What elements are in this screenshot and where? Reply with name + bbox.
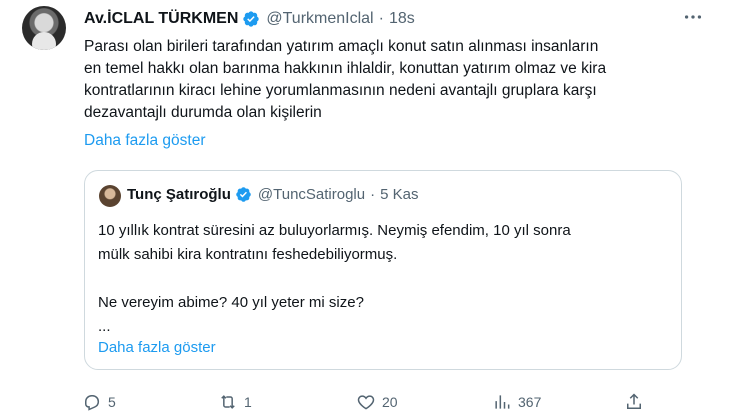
author-handle[interactable]: @TurkmenIclal <box>266 10 373 28</box>
tweet-time[interactable]: 18s <box>389 10 415 28</box>
quote-author-handle[interactable]: @TuncSatiroglu <box>258 186 365 203</box>
heart-icon <box>357 395 375 410</box>
separator-dot: · <box>378 10 384 27</box>
quote-author-avatar[interactable] <box>99 185 121 207</box>
verified-badge-icon <box>236 187 251 202</box>
separator-dot: · <box>370 186 376 203</box>
retweet-icon <box>221 395 235 409</box>
author-avatar[interactable] <box>22 6 66 50</box>
verified-badge-icon <box>243 11 260 27</box>
like-button[interactable]: 20 <box>356 392 398 412</box>
tweet-text: Parası olan birileri tarafından yatırım … <box>84 38 607 121</box>
reply-button[interactable]: 5 <box>82 392 116 412</box>
share-button[interactable] <box>624 392 650 412</box>
views-icon <box>495 395 510 409</box>
more-options-icon[interactable] <box>682 6 704 33</box>
share-icon <box>627 393 641 409</box>
quoted-tweet[interactable]: Tunç Şatıroğlu @TuncSatiroglu · 5 Kas 10… <box>84 170 682 370</box>
retweet-button[interactable]: 1 <box>218 392 252 412</box>
action-bar: 5 1 20 367 <box>82 392 682 414</box>
reply-count: 5 <box>108 394 116 410</box>
reply-icon <box>85 395 100 411</box>
views-button[interactable]: 367 <box>492 392 541 412</box>
author-name[interactable]: Av.İCLAL TÜRKMEN <box>84 10 238 28</box>
views-count: 367 <box>518 394 542 410</box>
show-more-link[interactable]: Daha fazla göster <box>84 132 206 150</box>
quote-author-name[interactable]: Tunç Şatıroğlu <box>127 186 231 203</box>
quote-header: Tunç Şatıroğlu @TuncSatiroglu · 5 Kas <box>127 186 418 203</box>
quote-time[interactable]: 5 Kas <box>380 186 418 203</box>
tweet-header: Av.İCLAL TÜRKMEN @TurkmenIclal · 18s <box>84 10 415 28</box>
retweet-count: 1 <box>244 394 252 410</box>
like-count: 20 <box>382 394 398 410</box>
quote-show-more-link[interactable]: Daha fazla göster <box>98 339 216 356</box>
quote-text: 10 yıllık kontrat süresini az buluyorlar… <box>98 222 571 335</box>
